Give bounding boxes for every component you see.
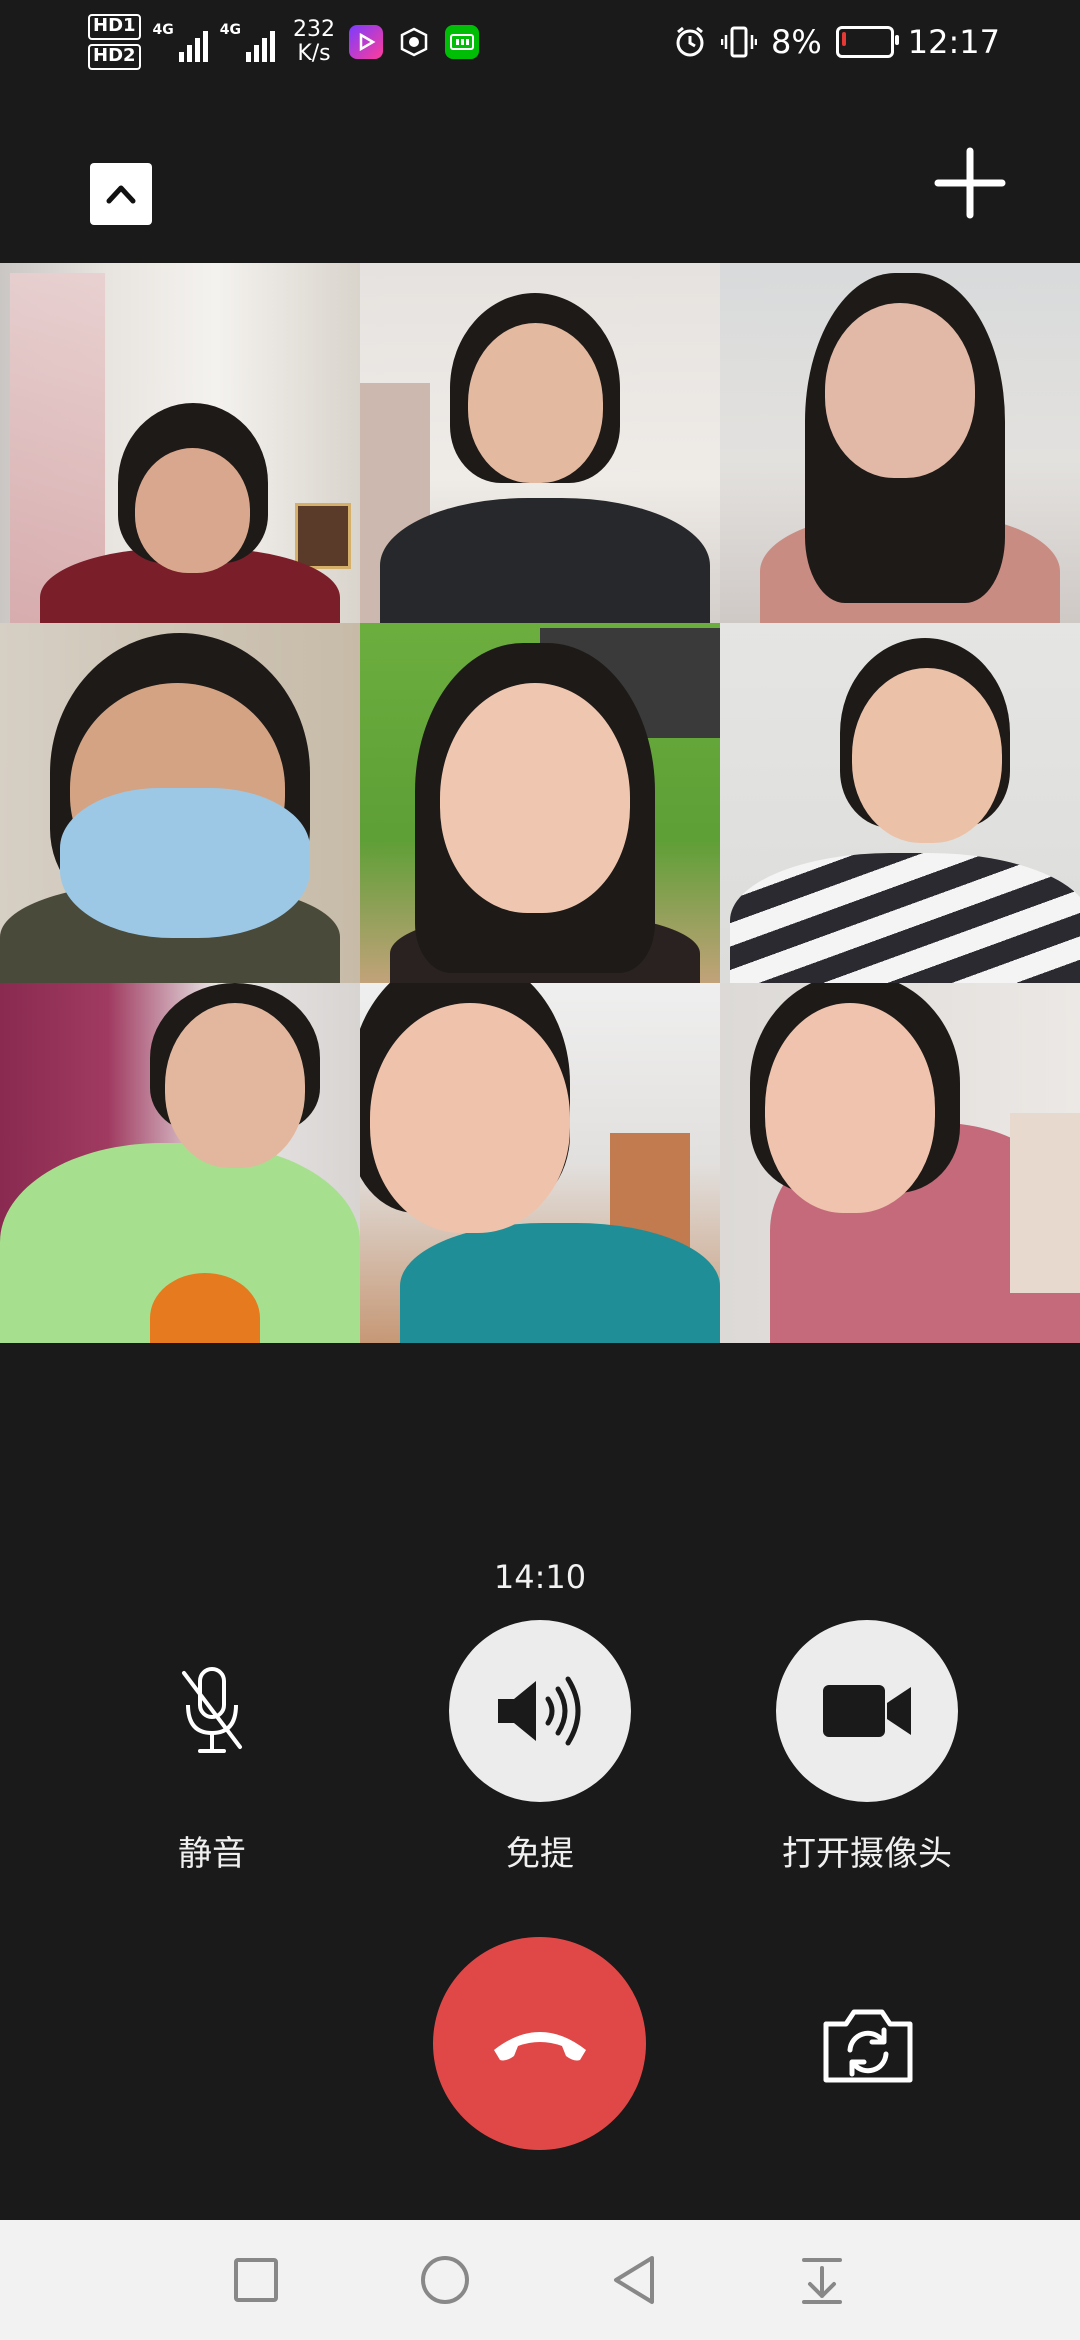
home-button[interactable] bbox=[415, 2250, 475, 2310]
iqiyi-app-icon bbox=[445, 25, 479, 59]
participant-video-9[interactable] bbox=[720, 983, 1080, 1343]
hd-badge-2: HD2 bbox=[88, 44, 141, 70]
participant-video-1[interactable] bbox=[0, 263, 360, 623]
mic-off-icon bbox=[182, 1667, 242, 1753]
call-duration: 14:10 bbox=[493, 1558, 587, 1596]
notification-pull-button[interactable] bbox=[792, 2250, 852, 2310]
chevron-up-icon bbox=[106, 185, 136, 204]
back-button[interactable] bbox=[604, 2250, 664, 2310]
plus-icon bbox=[934, 147, 1006, 219]
video-camera-icon bbox=[823, 1685, 911, 1737]
video-app-icon bbox=[349, 25, 383, 59]
video-grid bbox=[0, 263, 1080, 1343]
circle-icon bbox=[421, 2256, 469, 2304]
speaker-icon bbox=[498, 1676, 581, 1746]
alarm-icon bbox=[676, 26, 704, 57]
participant-video-2[interactable] bbox=[360, 263, 720, 623]
triangle-back-icon bbox=[614, 2256, 654, 2304]
network-speed-value: 232 bbox=[293, 17, 335, 42]
camera-label: 打开摄像头 bbox=[782, 1834, 952, 1874]
participant-video-7[interactable] bbox=[0, 983, 360, 1343]
speaker-label: 免提 bbox=[506, 1834, 574, 1874]
speaker-button[interactable]: 免提 bbox=[420, 1620, 660, 1875]
signal-icon-2: 4G bbox=[220, 22, 275, 62]
network-speed-unit: K/s bbox=[297, 41, 331, 66]
hangup-button[interactable] bbox=[433, 1937, 646, 2150]
recents-button[interactable] bbox=[226, 2250, 286, 2310]
add-participant-button[interactable] bbox=[932, 145, 1008, 221]
network-type-1: 4G bbox=[152, 22, 174, 38]
hd-indicators: HD1 HD2 bbox=[88, 14, 141, 70]
status-bar: HD1 HD2 4G 4G 232 K/s 8% 12:17 bbox=[0, 0, 1080, 80]
hand-app-icon bbox=[397, 25, 431, 59]
clock: 12:17 bbox=[907, 23, 1000, 61]
camera-switch-icon bbox=[823, 2009, 913, 2083]
phone-hangup-icon bbox=[493, 2031, 586, 2060]
battery-percent: 8% bbox=[771, 23, 822, 61]
battery-level-fill bbox=[841, 32, 846, 46]
navigation-bar bbox=[0, 2220, 1080, 2340]
battery-icon bbox=[835, 26, 899, 58]
status-right: 8% 12:17 bbox=[673, 12, 1000, 72]
camera-button[interactable]: 打开摄像头 bbox=[747, 1620, 987, 1875]
mute-circle bbox=[121, 1620, 303, 1802]
participant-video-4[interactable] bbox=[0, 623, 360, 983]
download-icon bbox=[802, 2258, 842, 2304]
mute-label: 静音 bbox=[178, 1834, 246, 1874]
participant-video-8[interactable] bbox=[360, 983, 720, 1343]
network-type-2: 4G bbox=[219, 22, 241, 38]
participant-video-5[interactable] bbox=[360, 623, 720, 983]
network-speed: 232 K/s bbox=[293, 18, 335, 66]
mute-button[interactable]: 静音 bbox=[92, 1620, 332, 1875]
participant-video-3[interactable] bbox=[720, 263, 1080, 623]
speaker-circle bbox=[449, 1620, 631, 1802]
status-left: HD1 HD2 4G 4G 232 K/s bbox=[88, 12, 479, 72]
hd-badge-1: HD1 bbox=[88, 14, 141, 40]
collapse-button[interactable] bbox=[90, 163, 152, 225]
switch-camera-button[interactable] bbox=[818, 2006, 918, 2086]
participant-video-6[interactable] bbox=[720, 623, 1080, 983]
signal-icon-1: 4G bbox=[153, 22, 208, 62]
square-icon bbox=[234, 2258, 278, 2302]
camera-circle bbox=[776, 1620, 958, 1802]
vibrate-icon bbox=[721, 26, 758, 58]
